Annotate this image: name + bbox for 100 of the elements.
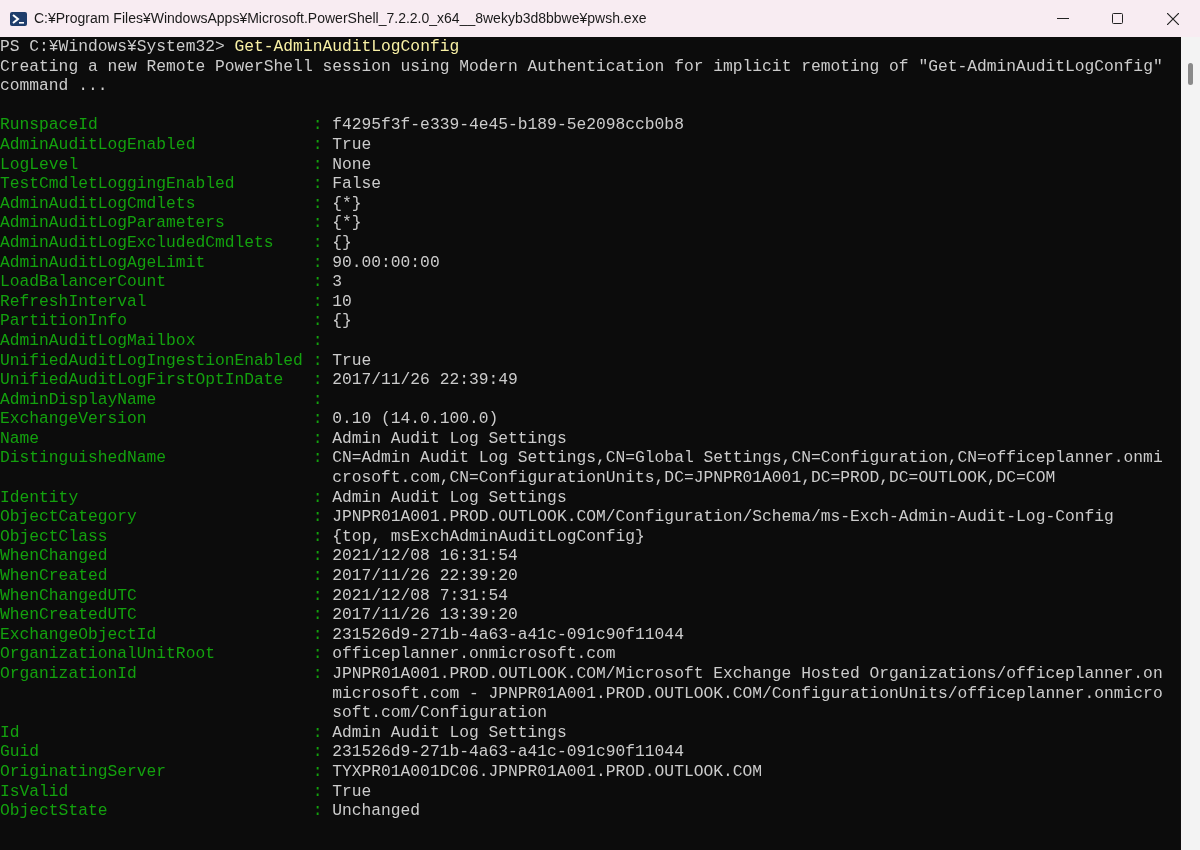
property-value: 231526d9-271b-4a63-a41c-091c90f11044: [332, 624, 685, 645]
property-value: officeplanner.onmicrosoft.com: [332, 644, 617, 664]
separator: :: [312, 801, 324, 821]
property-value: {}: [332, 311, 353, 331]
property-name: RefreshInterval: [0, 291, 148, 312]
status-message: Creating a new Remote PowerShell session using Modern Authentication for implicit remoting of "Get-AdminAuditLogConfig" command ...: [0, 56, 1163, 96]
property-value: 231526d9-271b-4a63-a41c-091c90f11044: [332, 742, 685, 762]
property-value: True: [332, 781, 373, 802]
property-name: AdminAuditLogExcludedCmdlets: [0, 232, 275, 253]
prompt-path: PS C:¥Windows¥System32>: [0, 37, 226, 57]
property-value: 0.10 (14.0.100.0): [332, 409, 500, 429]
terminal-icon: [10, 11, 27, 26]
property-name: WhenChangedUTC: [0, 585, 138, 606]
property-value: CN=Admin Audit Log Settings,CN=Global Settings,CN=Configuration,CN=officeplanner.onmicrosoft.com,CN=ConfigurationUnits,DC=JPNPR01A001,DC=PROD,DC=OUTLOOK,DC=COM: [332, 448, 1163, 488]
property-name: PartitionInfo: [0, 311, 128, 331]
property-value: TYXPR01A001DC06.JPNPR01A001.PROD.OUTLOOK.COM: [332, 761, 764, 782]
property-value: {*}: [332, 193, 363, 214]
separator: :: [312, 409, 324, 429]
scrollbar-thumb[interactable]: [1188, 63, 1193, 85]
property-value: 90.00:00:00: [332, 252, 441, 273]
property-value: 2017/11/26 22:39:20: [332, 566, 519, 586]
property-name: RunspaceId: [0, 115, 99, 135]
property-value: 3: [332, 272, 343, 292]
property-name: WhenCreatedUTC: [0, 605, 138, 625]
property-value: None: [332, 154, 373, 175]
scrollbar[interactable]: [1181, 37, 1200, 850]
separator: :: [312, 742, 324, 762]
separator: :: [312, 487, 324, 508]
property-name: ExchangeVersion: [0, 409, 148, 429]
property-value: True: [332, 350, 373, 371]
separator: :: [312, 761, 324, 782]
separator: :: [312, 526, 324, 547]
property-name: OriginatingServer: [0, 761, 168, 782]
separator: :: [312, 389, 324, 410]
separator: :: [312, 722, 324, 743]
separator: :: [312, 213, 324, 233]
property-name: TestCmdletLoggingEnabled: [0, 174, 236, 194]
property-value: {}: [332, 232, 353, 253]
separator: :: [312, 350, 324, 371]
property-value: 2017/11/26 22:39:49: [332, 370, 519, 390]
property-value: Admin Audit Log Settings: [332, 487, 568, 508]
separator: :: [312, 115, 324, 135]
property-value: f4295f3f-e339-4e45-b189-5e2098ccb0b8: [332, 115, 685, 135]
property-name: WhenChanged: [0, 546, 109, 567]
separator: :: [312, 252, 324, 273]
property-name: AdminDisplayName: [0, 389, 158, 410]
separator: :: [312, 624, 324, 645]
property-name: UnifiedAuditLogIngestionEnabled: [0, 350, 304, 371]
property-name: OrganizationId: [0, 664, 138, 685]
separator: :: [312, 566, 324, 586]
property-name: OrganizationalUnitRoot: [0, 644, 216, 664]
separator: :: [312, 448, 324, 470]
property-name: ObjectClass: [0, 526, 109, 547]
property-value: 10: [332, 291, 353, 312]
separator: :: [312, 193, 324, 214]
separator: :: [312, 232, 324, 253]
separator: :: [312, 546, 324, 567]
property-name: ExchangeObjectId: [0, 624, 158, 645]
property-name: Id: [0, 722, 21, 743]
property-name: AdminAuditLogCmdlets: [0, 193, 197, 214]
separator: :: [312, 311, 324, 331]
separator: :: [312, 174, 324, 194]
property-name: Name: [0, 428, 41, 449]
separator: :: [312, 291, 324, 312]
property-name: UnifiedAuditLogFirstOptInDate: [0, 370, 285, 390]
separator: :: [312, 370, 324, 390]
property-name: LoadBalancerCount: [0, 272, 168, 292]
close-icon: [1166, 12, 1179, 25]
separator: :: [312, 154, 324, 175]
minimize-icon: [1056, 18, 1069, 19]
property-value: True: [332, 134, 373, 155]
property-value: 2021/12/08 7:31:54: [332, 585, 510, 606]
property-name: ObjectState: [0, 801, 109, 821]
separator: :: [312, 585, 324, 606]
property-value: Unchanged: [332, 801, 422, 821]
window-title: C:¥Program Files¥WindowsApps¥Microsoft.PowerShell_7.2.2.0_x64__8wekyb3d8bbwe¥pwsh.exe: [34, 9, 647, 28]
property-name: ObjectCategory: [0, 507, 138, 527]
separator: :: [312, 605, 324, 625]
property-value: Admin Audit Log Settings: [332, 428, 568, 449]
property-name: IsValid: [0, 781, 70, 802]
property-value: 2021/12/08 16:31:54: [332, 546, 519, 567]
property-name: LogLevel: [0, 154, 80, 175]
property-name: AdminAuditLogEnabled: [0, 134, 197, 155]
separator: :: [312, 330, 324, 351]
separator: :: [312, 507, 324, 527]
property-value: JPNPR01A001.PROD.OUTLOOK.COM/Configuration/Schema/ms-Exch-Admin-Audit-Log-Config: [332, 507, 1115, 527]
property-value: 2017/11/26 13:39:20: [332, 605, 519, 625]
property-name: Identity: [0, 487, 80, 508]
property-value: Admin Audit Log Settings: [332, 722, 568, 743]
separator: :: [312, 664, 324, 685]
separator: :: [312, 644, 324, 664]
command-text: Get-AdminAuditLogConfig: [234, 37, 460, 57]
property-name: AdminAuditLogAgeLimit: [0, 252, 207, 273]
property-name: Guid: [0, 742, 41, 762]
separator: :: [312, 134, 324, 155]
maximize-icon: [1112, 13, 1123, 24]
property-value: False: [332, 174, 383, 194]
property-value: {*}: [332, 213, 363, 233]
separator: :: [312, 428, 324, 449]
property-name: DistinguishedName: [0, 448, 168, 470]
